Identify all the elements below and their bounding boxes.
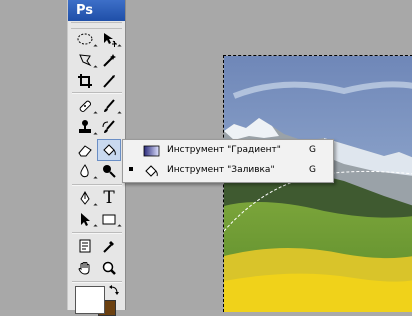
toolbox-divider — [72, 232, 122, 234]
tool-group-indicator — [93, 224, 98, 229]
toolbox-divider — [72, 184, 122, 186]
magic-wand-icon[interactable] — [98, 50, 120, 70]
tool-group-indicator — [93, 44, 98, 49]
ps-logo[interactable]: Ps — [68, 0, 125, 21]
selected-bullet-icon — [129, 167, 133, 171]
tool-group-indicator — [93, 132, 98, 137]
history-brush-icon[interactable] — [98, 117, 120, 137]
toolbox: Ps T — [67, 0, 126, 310]
eraser-icon[interactable] — [74, 140, 96, 160]
tool-group-indicator — [93, 65, 98, 70]
flyout-item-paint-bucket[interactable]: Инструмент "Заливка" G — [123, 161, 333, 181]
notes-icon[interactable] — [74, 236, 96, 256]
tool-flyout-menu: Инструмент "Градиент" G Инструмент "Зали… — [122, 139, 334, 183]
type-glyph: T — [103, 188, 115, 208]
flyout-item-label: Инструмент "Заливка" — [167, 165, 275, 175]
swap-colors-icon[interactable] — [109, 285, 119, 295]
paint-bucket-icon — [143, 163, 161, 179]
tool-group-indicator — [93, 176, 98, 181]
flyout-item-label: Инструмент "Градиент" — [167, 145, 281, 155]
tool-group-indicator — [117, 44, 122, 49]
selection-marquee — [223, 55, 412, 312]
crop-icon[interactable] — [74, 71, 96, 91]
gradient-icon — [143, 143, 161, 159]
toolbox-grip[interactable] — [71, 22, 122, 29]
dodge-icon[interactable] — [98, 161, 120, 181]
paint-bucket-icon[interactable] — [97, 139, 121, 161]
slice-icon[interactable] — [98, 71, 120, 91]
tool-group-indicator — [117, 224, 122, 229]
tool-group-indicator — [93, 111, 98, 116]
flyout-item-shortcut: G — [309, 145, 316, 155]
eyedropper-icon[interactable] — [98, 236, 120, 256]
zoom-icon[interactable] — [98, 258, 120, 278]
toolbox-divider — [72, 92, 122, 94]
flyout-item-gradient[interactable]: Инструмент "Градиент" G — [123, 141, 333, 161]
flyout-item-shortcut: G — [309, 165, 316, 175]
type-icon[interactable]: T — [98, 188, 120, 208]
tool-group-indicator — [117, 111, 122, 116]
toolbox-divider — [72, 281, 122, 283]
tool-group-indicator — [93, 203, 98, 208]
hand-icon[interactable] — [74, 258, 96, 278]
